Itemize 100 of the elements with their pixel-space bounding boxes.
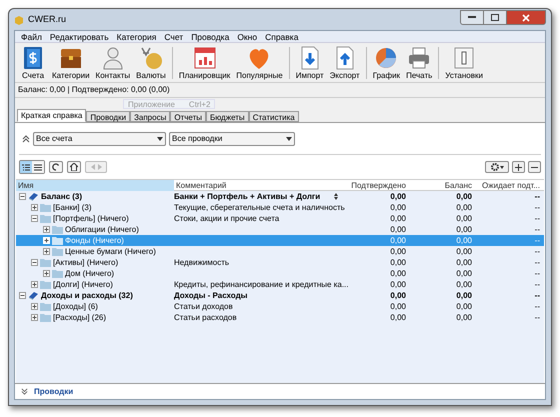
- column-header[interactable]: Подтверждено: [344, 180, 408, 191]
- close-button[interactable]: [506, 10, 546, 25]
- list-view-button[interactable]: [32, 161, 44, 173]
- folder-icon: [52, 236, 63, 245]
- pending-value: --: [534, 191, 541, 202]
- confirmed-value: 0,00: [389, 246, 407, 257]
- pending-value: --: [534, 279, 541, 290]
- toolbar-button[interactable]: Печать: [403, 44, 436, 80]
- pending-value: --: [534, 301, 541, 312]
- tree-row[interactable]: [Портфель] (Ничего) Стоки, акции и прочие счета 0,00 0,00 --: [16, 213, 544, 224]
- confirmed-value: 0,00: [389, 290, 407, 301]
- menu-item[interactable]: Файл: [21, 30, 42, 42]
- tree-view-button[interactable]: [20, 161, 32, 173]
- confirmed-value: 0,00: [389, 202, 407, 213]
- comment-text: Недвижимость: [174, 257, 230, 268]
- tree-row[interactable]: Ценные бумаги (Ничего) 0,00 0,00 --: [16, 246, 544, 257]
- collapse-icon[interactable]: [19, 193, 26, 200]
- account-name: Ценные бумаги (Ничего): [65, 246, 156, 257]
- account-name: [Банки] (3): [53, 202, 92, 213]
- close-icon: [522, 14, 530, 22]
- balance-value: 0,00: [455, 290, 473, 301]
- expand-icon[interactable]: [43, 270, 50, 277]
- column-header[interactable]: Баланс: [408, 180, 474, 191]
- collapse-icon[interactable]: [19, 292, 26, 299]
- menu-item[interactable]: Проводка: [191, 30, 230, 42]
- add-button[interactable]: [512, 161, 525, 173]
- tree-row[interactable]: [Расходы] (26) Статьи расходов 0,00 0,00 --: [16, 312, 544, 323]
- toolbar-button[interactable]: Экспорт: [326, 44, 363, 80]
- expand-icon[interactable]: [31, 204, 38, 211]
- toolbar-button[interactable]: Валюты: [133, 44, 169, 80]
- transactions-dropdown[interactable]: Все проводки: [169, 132, 295, 146]
- toolbar-button[interactable]: Контакты: [92, 44, 134, 80]
- window-title: CWER.ru: [28, 12, 66, 26]
- pending-value: --: [534, 213, 541, 224]
- menu-item[interactable]: Окно: [237, 30, 258, 42]
- tree-row[interactable]: Дом (Ничего) 0,00 0,00 --: [16, 268, 544, 279]
- menu-item[interactable]: Справка: [265, 30, 298, 42]
- tab[interactable]: Статистика: [248, 111, 299, 122]
- home-button[interactable]: [67, 161, 81, 173]
- account-name: [Активы] (Ничего): [53, 257, 118, 268]
- balance-value: 0,00: [455, 312, 473, 323]
- tree-row[interactable]: Доходы и расходы (32) Доходы - Расходы 0,00 0,00 --: [16, 290, 544, 301]
- expand-icon[interactable]: [43, 248, 50, 255]
- tree-row[interactable]: Облигации (Ничего) 0,00 0,00 --: [16, 224, 544, 235]
- tree-row[interactable]: Баланс (3) Банки + Портфель + Активы + Долги 0,00 0,00 --: [16, 191, 544, 202]
- menu-item[interactable]: Категория: [116, 30, 156, 42]
- collapse-icon[interactable]: [31, 215, 38, 222]
- folder-icon: [52, 269, 63, 278]
- toolbar-button[interactable]: Категории: [49, 44, 93, 80]
- account-name: Облигации (Ничего): [65, 224, 139, 235]
- tab[interactable]: Отчеты: [170, 111, 206, 122]
- toolbar-button[interactable]: Счета: [17, 44, 49, 80]
- balance-value: 0,00: [455, 246, 473, 257]
- menu-item[interactable]: Счет: [164, 30, 184, 42]
- toolbar-button[interactable]: Популярные: [233, 44, 286, 80]
- menu-item[interactable]: Редактировать: [50, 30, 109, 42]
- balance-value: 0,00: [455, 268, 473, 279]
- account-name: Баланс (3): [41, 191, 82, 202]
- app-icon: [14, 14, 24, 24]
- transactions-panel-link[interactable]: Проводки: [34, 386, 74, 398]
- tab[interactable]: Запросы: [130, 111, 170, 122]
- collapse-panel-icon[interactable]: [22, 134, 30, 142]
- expand-icon[interactable]: [43, 237, 50, 244]
- tab[interactable]: Краткая справка: [17, 109, 86, 122]
- comment-text: Доходы - Расходы: [174, 290, 248, 301]
- comment-text: Банки + Портфель + Активы + Долги: [174, 191, 320, 202]
- tree-row[interactable]: [Долги] (Ничего) Кредиты, рефинансирование и кредитные ка... 0,00 0,00 --: [16, 279, 544, 290]
- toolbar-button[interactable]: Установки: [442, 44, 486, 80]
- minimize-button[interactable]: [460, 10, 484, 25]
- toolbar-button[interactable]: Импорт: [292, 44, 327, 80]
- remove-button[interactable]: [528, 161, 541, 173]
- accounts-dropdown[interactable]: Все счета: [33, 132, 166, 146]
- expand-icon[interactable]: [31, 303, 38, 310]
- plus-icon: [515, 164, 522, 170]
- expand-panel-icon[interactable]: [21, 388, 28, 395]
- tree-row[interactable]: [Банки] (3) Текущие, сберегательные счета и наличность 0,00 0,00 --: [16, 202, 544, 213]
- account-name: Фонды (Ничего): [65, 235, 124, 246]
- home-icon: [70, 163, 78, 171]
- confirmed-value: 0,00: [389, 268, 407, 279]
- tree-row[interactable]: [Доходы] (6) Статьи доходов 0,00 0,00 --: [16, 301, 544, 312]
- column-header[interactable]: Имя: [16, 180, 174, 191]
- tab[interactable]: Бюджеты: [206, 111, 249, 122]
- pending-value: --: [534, 224, 541, 235]
- balance-value: 0,00: [455, 235, 473, 246]
- column-header[interactable]: Комментарий: [174, 180, 344, 191]
- tree-row[interactable]: [Активы] (Ничего) Недвижимость 0,00 0,00 --: [16, 257, 544, 268]
- collapse-icon[interactable]: [31, 259, 38, 266]
- confirmed-value: 0,00: [389, 224, 407, 235]
- settings-menu-button[interactable]: [485, 161, 509, 173]
- tab[interactable]: Проводки: [86, 111, 130, 122]
- folder-icon: [40, 302, 51, 311]
- account-name: Доходы и расходы (32): [41, 290, 133, 301]
- expand-icon[interactable]: [43, 226, 50, 233]
- toolbar-button[interactable]: Планировщик: [176, 44, 234, 80]
- refresh-button[interactable]: [49, 161, 63, 173]
- expand-icon[interactable]: [31, 281, 38, 288]
- column-header[interactable]: Ожидает подт...: [474, 180, 542, 191]
- expand-icon[interactable]: [31, 314, 38, 321]
- maximize-button[interactable]: [484, 10, 506, 25]
- toolbar-button[interactable]: График: [370, 44, 404, 80]
